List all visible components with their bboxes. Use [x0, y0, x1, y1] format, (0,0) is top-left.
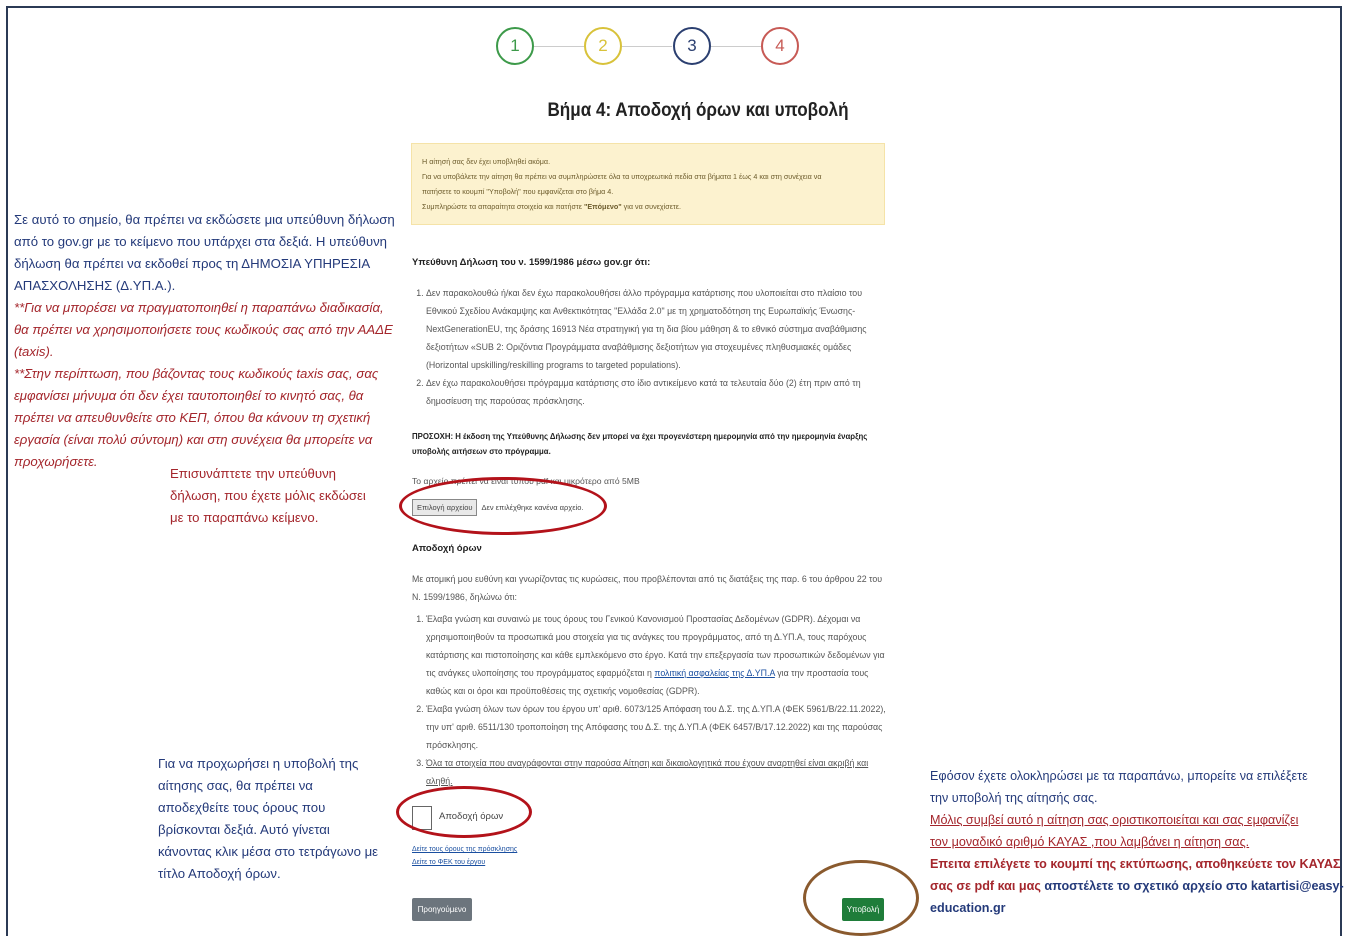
annotation-submit: Εφόσον έχετε ολοκληρώσει με τα παραπάνω,…	[930, 765, 1344, 919]
annotation-line: Εφόσον έχετε ολοκληρώσει με τα παραπάνω,…	[930, 769, 1308, 783]
submit-highlight-ring	[803, 860, 919, 936]
annotation-line: **Στην περίπτωση, που βάζοντας τους κωδι…	[14, 366, 379, 381]
terms-item: Έλαβα γνώση και συναινώ με τους όρους το…	[426, 610, 886, 700]
annotation-line: δήλωση, που έχετε μόλις εκδώσει	[170, 488, 366, 503]
annotation-line: αίτησης σας, θα πρέπει να	[158, 778, 313, 793]
security-policy-link[interactable]: πολιτική ασφαλείας της Δ.ΥΠ.Α	[654, 668, 774, 678]
annotation-line: education.gr	[930, 901, 1006, 915]
declaration-list: Δεν παρακολουθώ ή/και δεν έχω παρακολουθ…	[412, 284, 886, 410]
warning-text: ΠΡΟΣΟΧΗ: Η έκδοση της Υπεύθυνης Δήλωσης …	[412, 432, 868, 456]
alert-text: Συμπληρώστε τα απαραίτητα στοιχεία και π…	[422, 202, 584, 211]
file-highlight-ring	[399, 477, 607, 535]
terms-list: Έλαβα γνώση και συναινώ με τους όρους το…	[412, 610, 886, 790]
terms-intro: Με ατομική μου ευθύνη και γνωρίζοντας τι…	[412, 574, 883, 602]
step-1[interactable]: 1	[496, 27, 534, 65]
annotation-line: με το παραπάνω κείμενο.	[170, 510, 319, 525]
page-title: Βήμα 4: Αποδοχή όρων και υποβολή	[547, 100, 849, 121]
annotation-accept-terms: Για να προχωρήσει η υποβολή της αίτησης …	[158, 753, 378, 885]
step-4[interactable]: 4	[761, 27, 799, 65]
annotation-line: θα πρέπει να χρησιμοποιήσετε τους κωδικο…	[14, 322, 393, 337]
terms-heading: Αποδοχή όρων	[412, 543, 482, 554]
terms-item: Όλα τα στοιχεία που αναγράφονται στην πα…	[426, 754, 886, 790]
annotation-line: από το gov.gr με το κείμενο που υπάρχει …	[14, 234, 387, 249]
submission-alert: Η αίτησή σας δεν έχει υποβληθεί ακόμα. Γ…	[411, 143, 885, 225]
alert-bold-text: "Επόμενο"	[583, 202, 622, 211]
annotation-line: εμφανίσει μήνυμα ότι δεν έχει ταυτοποιηθ…	[14, 388, 364, 403]
annotation-line: βρίσκονται δεξιά. Αυτό γίνεται	[158, 822, 330, 837]
call-terms-link[interactable]: Δείτε τους όρους της πρόσκλησης	[412, 846, 517, 853]
annotation-line: Για να προχωρήσει η υποβολή της	[158, 756, 359, 771]
declaration-heading: Υπεύθυνη Δήλωση του ν. 1599/1986 μέσω go…	[412, 257, 651, 268]
annotation-line: **Για να μπορέσει να πραγματοποιηθεί η π…	[14, 300, 384, 315]
step-3[interactable]: 3	[673, 27, 711, 65]
previous-button[interactable]: Προηγούμενο	[412, 898, 472, 921]
stepper-connector	[711, 46, 761, 47]
step-2[interactable]: 2	[584, 27, 622, 65]
annotation-line: Επειτα επιλέγετε το κουμπί της εκτύπωσης…	[930, 857, 1341, 871]
annotation-line: Μόλις συμβεί αυτό η αίτηση σας οριστικοπ…	[930, 813, 1299, 827]
annotation-gov-declaration: Σε αυτό το σημείο, θα πρέπει να εκδώσετε…	[14, 209, 395, 473]
annotation-line: τίτλο Αποδοχή όρων.	[158, 866, 281, 881]
alert-text: για να συνεχίσετε.	[621, 202, 681, 211]
annotation-line: αποδεχθείτε τους όρους που	[158, 800, 326, 815]
annotation-line: Επισυνάπτετε την υπεύθυνη	[170, 466, 337, 481]
alert-line: Συμπληρώστε τα απαραίτητα στοιχεία και π…	[422, 199, 874, 214]
annotation-text: σας σε pdf και μας	[930, 879, 1045, 893]
annotation-line: Σε αυτό το σημείο, θα πρέπει να εκδώσετε…	[14, 212, 395, 227]
annotation-line: εργασία (είναι πολύ σύντομη) και στη συν…	[14, 432, 373, 447]
annotation-line: δήλωση θα πρέπει να εκδοθεί προς τη ΔΗΜΟ…	[14, 256, 371, 271]
stepper-connector	[534, 46, 584, 47]
annotation-line: σας σε pdf και μας αποστέλετε το σχετικό…	[930, 875, 1344, 897]
alert-line: Η αίτησή σας δεν έχει υποβληθεί ακόμα.	[422, 157, 551, 166]
annotation-attach: Επισυνάπτετε την υπεύθυνη δήλωση, που έχ…	[170, 463, 366, 529]
annotation-line: τον μοναδικό αριθμό ΚΑΥΑΣ ,που λαμβάνει …	[930, 835, 1250, 849]
annotation-line: την υποβολή της αίτησής σας.	[930, 791, 1098, 805]
terms-item: Έλαβα γνώση όλων των όρων του έργου υπ' …	[426, 700, 886, 754]
annotation-line: κάνοντας κλικ μέσα στο τετράγωνο με	[158, 844, 379, 859]
annotation-line: πρέπει να απευθυνθείτε στο ΚΕΠ, όπου θα …	[14, 410, 371, 425]
stepper-connector	[622, 46, 672, 47]
project-fek-link[interactable]: Δείτε το ΦΕΚ του έργου	[412, 859, 485, 866]
declaration-item: Δεν έχω παρακολουθήσει πρόγραμμα κατάρτι…	[426, 374, 886, 410]
alert-line: Για να υποβάλετε την αίτηση θα πρέπει να…	[422, 172, 822, 181]
annotation-line: (taxis).	[14, 344, 54, 359]
annotation-line: ΑΠΑΣΧΟΛΗΣΗΣ (Δ.ΥΠ.Α.).	[14, 278, 176, 293]
alert-line: πατήσετε το κουμπί "Υποβολή" που εμφανίζ…	[422, 187, 614, 196]
checkbox-highlight-ring	[396, 786, 532, 838]
annotation-text: αποστέλετε το σχετικό αρχείο στο katarti…	[1044, 879, 1344, 893]
declaration-item: Δεν παρακολουθώ ή/και δεν έχω παρακολουθ…	[426, 284, 886, 374]
